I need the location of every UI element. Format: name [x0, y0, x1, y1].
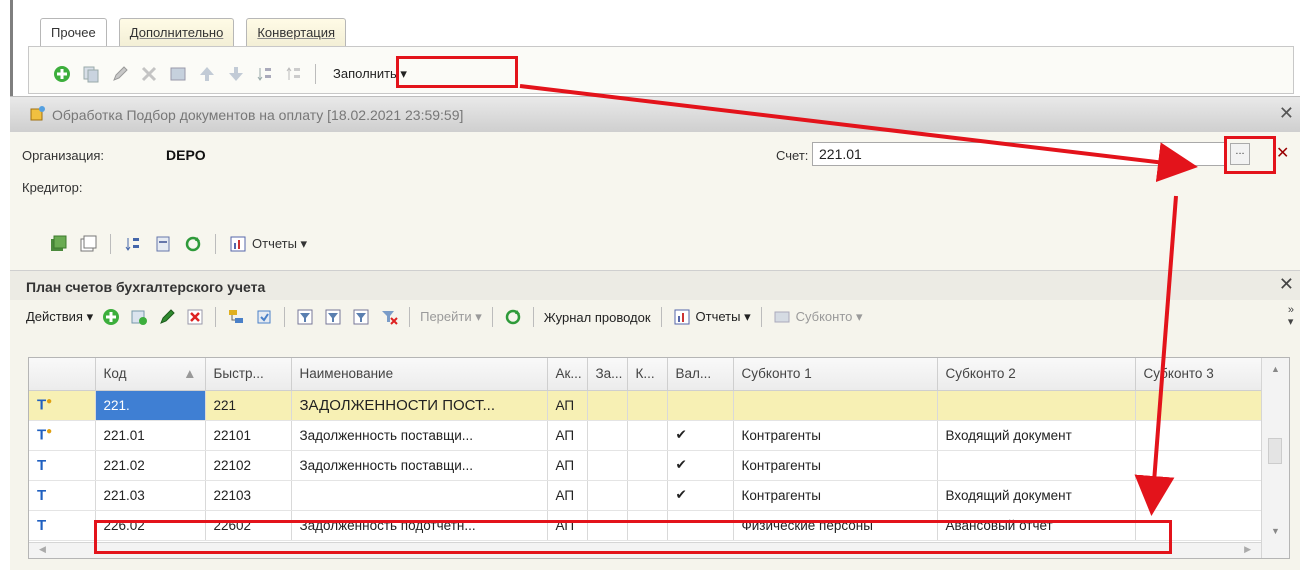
arrow-select-to-row	[1134, 195, 1178, 516]
arrow-fill-to-select	[519, 84, 1198, 183]
annotation-arrows	[519, 84, 1198, 516]
